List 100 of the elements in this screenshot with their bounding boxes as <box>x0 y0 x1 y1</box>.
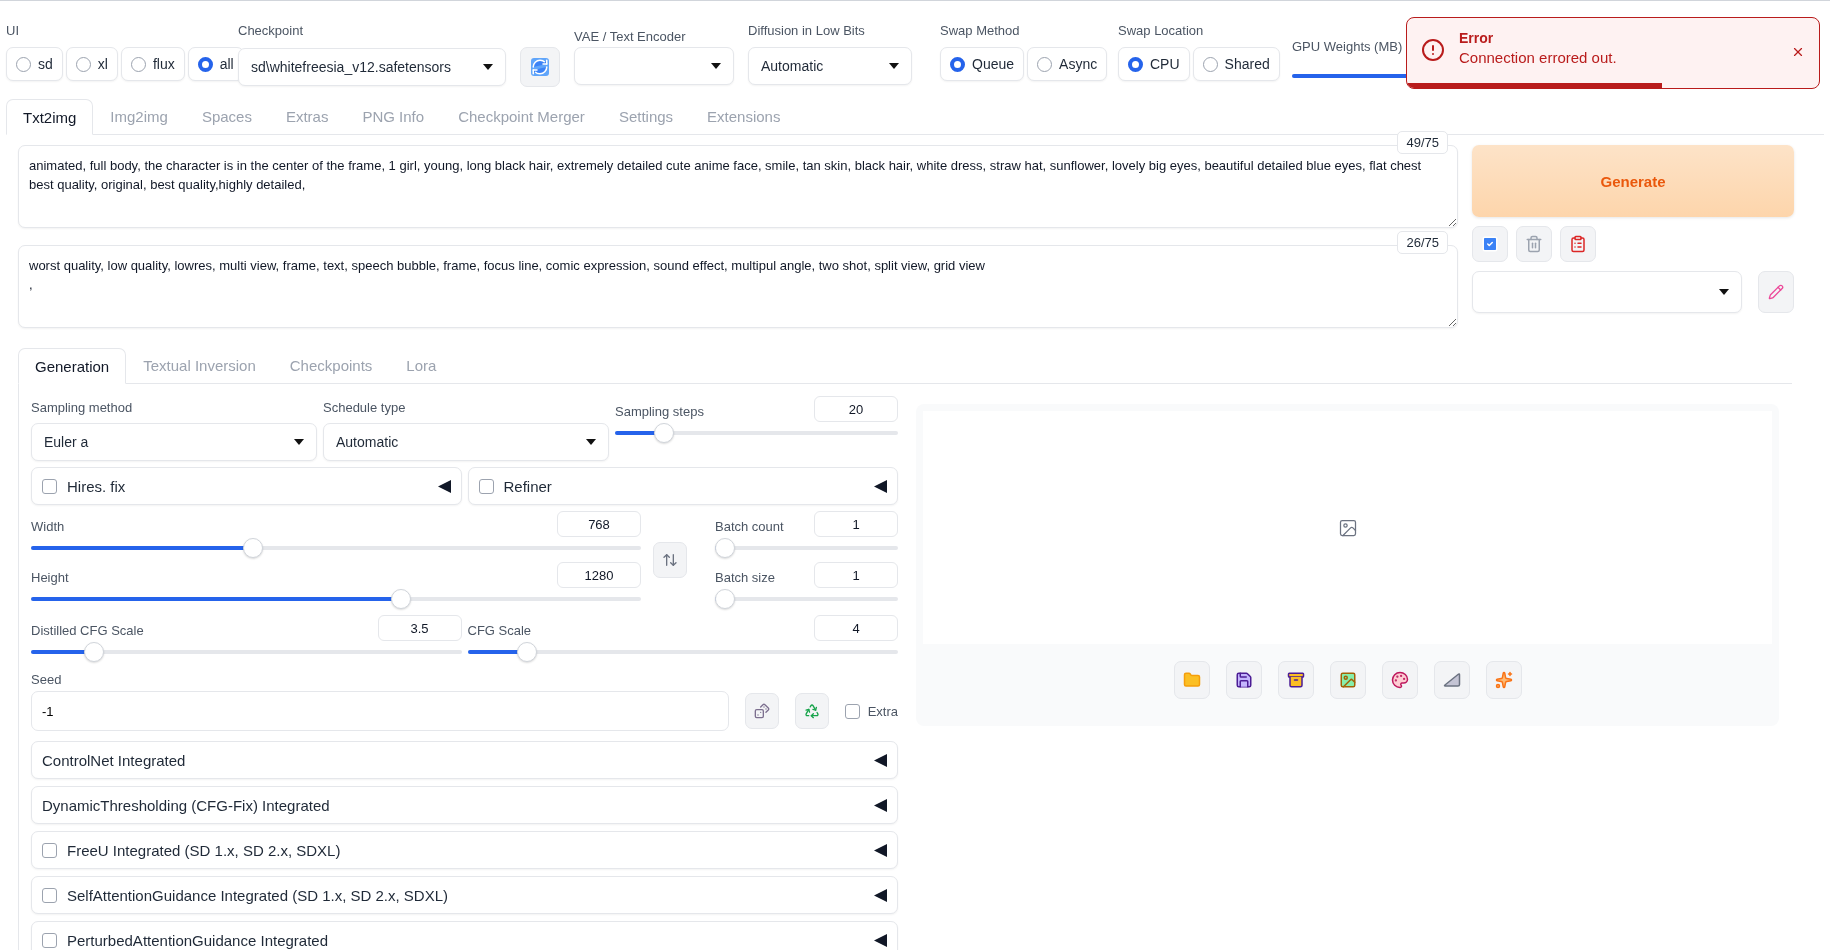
slider-track[interactable] <box>31 589 641 609</box>
checkbox[interactable] <box>844 703 860 719</box>
sparkles-button[interactable] <box>1485 661 1522 699</box>
collapsible-panel[interactable]: Refiner <box>467 467 898 505</box>
field-label: Batch count <box>715 517 784 534</box>
collapsible-panel[interactable]: DynamicThresholding (CFG-Fix) Integrated <box>31 786 898 824</box>
slider-track[interactable] <box>31 538 641 558</box>
tab[interactable]: Generation <box>18 348 127 384</box>
diffusion-dropdown[interactable]: Automatic <box>748 47 912 85</box>
number-field[interactable]: 1 <box>814 562 898 588</box>
slider-thumb[interactable] <box>516 642 537 662</box>
number-field[interactable]: 768 <box>557 511 641 537</box>
clipboard-icon <box>1569 235 1587 253</box>
panel-title: PerturbedAttentionGuidance Integrated <box>67 931 329 949</box>
alert-icon <box>1421 38 1445 62</box>
tab[interactable]: Txt2img <box>6 99 94 135</box>
checkbox[interactable] <box>42 932 57 948</box>
folder-icon <box>1182 671 1201 689</box>
number-field[interactable]: 4 <box>814 615 898 641</box>
field-label: Checkpoint <box>238 22 305 38</box>
send-to-img2img-button[interactable] <box>1329 661 1366 699</box>
palette-icon <box>1390 671 1409 689</box>
reuse-seed-button[interactable] <box>794 693 829 729</box>
apply-button[interactable] <box>1472 226 1508 262</box>
number-field[interactable]: 20 <box>814 396 898 422</box>
slider-thumb[interactable] <box>84 642 105 662</box>
panel-title: ControlNet Integrated <box>42 751 187 769</box>
schedule-type-dropdown[interactable]: Automatic <box>323 423 609 461</box>
slider-thumb[interactable] <box>654 423 675 443</box>
slider-track[interactable] <box>615 423 898 443</box>
radio-option[interactable]: xl <box>65 47 118 81</box>
archive-icon <box>1286 671 1305 689</box>
collapsible-panel[interactable]: SelfAttentionGuidance Integrated (SD 1.x, SD 2.x, SDXL) <box>31 876 898 914</box>
radio-option[interactable]: Shared <box>1192 47 1280 81</box>
trash-button[interactable] <box>1516 226 1552 262</box>
slider-track[interactable] <box>715 589 898 609</box>
caret-icon <box>586 439 596 445</box>
sampling-method-dropdown[interactable]: Euler a <box>31 423 317 461</box>
toast-message: Connection errored out. <box>1459 49 1618 66</box>
checkbox-label: Extra <box>867 703 898 719</box>
refresh-button[interactable] <box>520 47 560 87</box>
slider-thumb[interactable] <box>715 538 735 558</box>
send-to-inpaint-button[interactable] <box>1381 661 1418 699</box>
recycle-icon <box>803 703 820 719</box>
slider-track[interactable] <box>467 642 898 662</box>
swap-dimensions-button[interactable] <box>653 542 687 578</box>
field-label: UI <box>6 22 20 38</box>
caret-icon <box>483 64 493 70</box>
slider-thumb[interactable] <box>390 589 411 609</box>
pencil-icon <box>1768 284 1784 300</box>
field-label: CFG Scale <box>467 621 532 638</box>
sparkles-icon <box>1494 671 1513 689</box>
slider-thumb[interactable] <box>715 589 735 609</box>
number-field[interactable]: 1280 <box>557 562 641 588</box>
checkbox[interactable] <box>478 478 494 494</box>
slider-thumb[interactable] <box>243 538 264 558</box>
radio-option[interactable]: Async <box>1027 47 1108 81</box>
framed-picture-icon <box>1338 671 1357 689</box>
radio-option[interactable]: flux <box>120 47 185 81</box>
collapsible-panel[interactable]: ControlNet Integrated <box>31 741 898 779</box>
field-label: Width <box>31 517 65 534</box>
checkbox[interactable] <box>42 842 57 858</box>
collapsible-panel[interactable]: PerturbedAttentionGuidance Integrated <box>31 921 898 950</box>
field-label: Sampling steps <box>615 402 704 419</box>
checkbox[interactable] <box>42 478 57 494</box>
panel-title: Hires. fix <box>67 477 127 495</box>
number-field[interactable]: 3.5 <box>377 615 462 641</box>
toast-title: Error <box>1459 30 1495 46</box>
image-placeholder-icon <box>1337 517 1358 538</box>
collapsible-panel[interactable]: Hires. fix <box>31 467 462 505</box>
collapse-triangle-icon <box>874 479 887 493</box>
panel-title: SelfAttentionGuidance Integrated (SD 1.x, SD 2.x, SDXL) <box>67 886 450 904</box>
save-button[interactable] <box>1225 661 1262 699</box>
slider-track[interactable] <box>715 538 898 558</box>
slider-track[interactable] <box>31 642 462 662</box>
clipboard-button[interactable] <box>1560 226 1596 262</box>
caret-icon <box>889 63 899 69</box>
checkpoint-dropdown[interactable]: sd\whitefreesia_v12.safetensors <box>238 48 506 86</box>
caret-icon <box>294 439 304 445</box>
collapsible-panel[interactable]: FreeU Integrated (SD 1.x, SD 2.x, SDXL) <box>31 831 898 869</box>
collapse-triangle-icon <box>874 798 887 812</box>
radio-option[interactable]: Queue <box>940 47 1025 81</box>
radio-option[interactable]: CPU <box>1118 47 1190 81</box>
field-label: Swap Method <box>940 22 1021 38</box>
number-field[interactable]: 1 <box>814 511 898 537</box>
checkbox[interactable] <box>42 887 57 903</box>
field-label: Seed <box>31 671 63 687</box>
seed-field[interactable]: -1 <box>31 691 729 731</box>
archive-button[interactable] <box>1277 661 1314 699</box>
random-seed-button[interactable] <box>744 693 779 729</box>
edit-button[interactable] <box>1758 271 1794 313</box>
panel-title: FreeU Integrated (SD 1.x, SD 2.x, SDXL) <box>67 841 342 859</box>
open-folder-button[interactable] <box>1173 661 1210 699</box>
radio-option[interactable]: sd <box>6 47 63 81</box>
close-icon[interactable] <box>1791 45 1805 59</box>
field-label: Sampling method <box>31 399 134 415</box>
swap-arrows-icon <box>662 552 678 568</box>
caret-icon <box>711 63 721 69</box>
field-label: Diffusion in Low Bits <box>748 22 866 38</box>
send-to-extras-button[interactable] <box>1433 661 1470 699</box>
